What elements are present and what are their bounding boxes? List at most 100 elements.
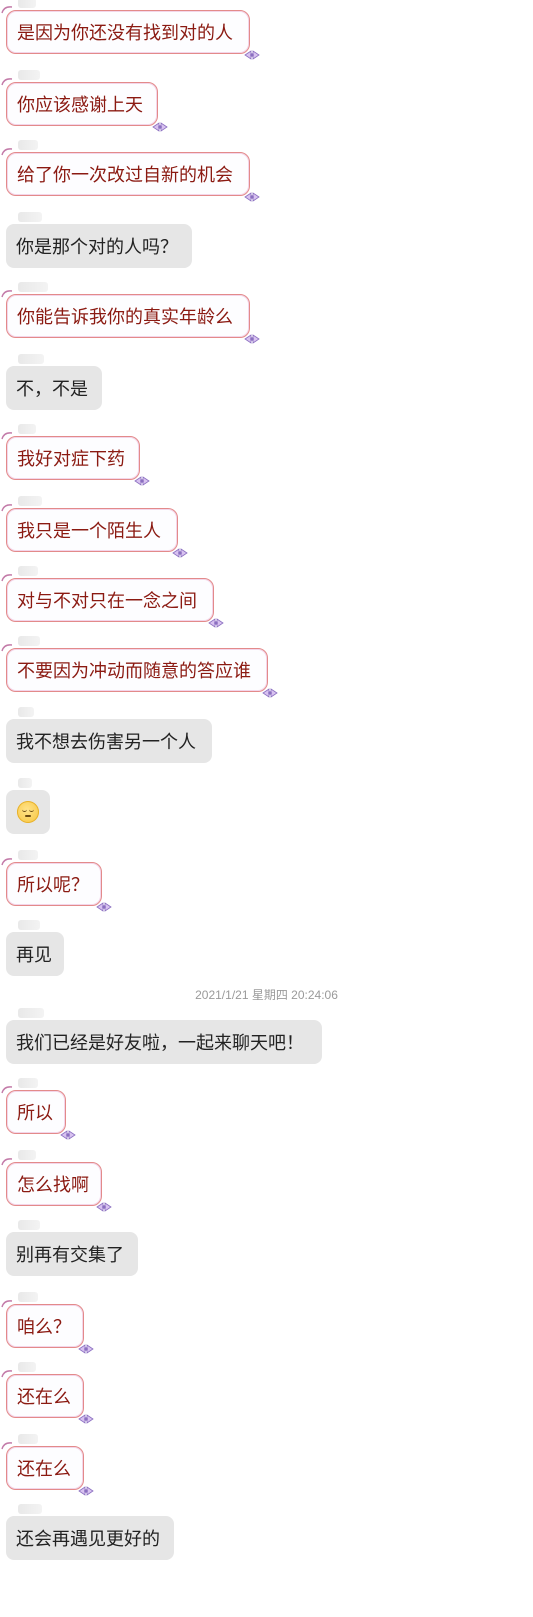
sender-name-redacted [18,282,48,292]
friend-message-bubble[interactable]: 不要因为冲动而随意的答应谁 [1,644,278,698]
message-row: 我只是一个陌生人 [0,496,533,558]
message-text: 所以呢？ [17,875,89,896]
sender-name-redacted [18,636,40,646]
message-text: 怎么找啊 [17,1175,89,1196]
bubble-corner-ornament-icon [1,858,13,866]
message-text: 还在么 [17,1387,71,1408]
bubble-bow-ornament-icon [244,334,260,344]
bubble-bow-ornament-icon [134,476,150,486]
bubble-corner-ornament-icon [1,644,13,652]
message-row: 我好对症下药 [0,424,533,486]
message-row: 所以 [0,1078,533,1140]
sender-name-redacted [18,0,36,8]
sender-name-redacted [18,778,32,788]
message-text: 给了你一次改过自新的机会 [17,165,233,186]
bubble-bow-ornament-icon [172,548,188,558]
sender-name-redacted [18,850,38,860]
chat-history: 2021/1/21 星期四 20:24:06 是因为你还没有找到对的人 你应该感谢… [0,0,533,1617]
bubble-corner-ornament-icon [1,1158,13,1166]
bubble-corner-ornament-icon [1,78,13,86]
message-row: 你应该感谢上天 [0,70,533,132]
message-text: 我不想去伤害另一个人 [16,732,196,753]
bubble-bow-ornament-icon [96,1202,112,1212]
friend-message-bubble[interactable]: 所以 [1,1086,76,1140]
message-row: 你是那个对的人吗？ [0,212,533,272]
friend-message-bubble[interactable]: 你应该感谢上天 [1,78,168,132]
message-text: 是因为你还没有找到对的人 [17,23,233,44]
message-row: 别再有交集了 [0,1220,533,1280]
friend-message-bubble[interactable]: 所以呢？ [1,858,112,912]
sender-name-redacted [18,1150,36,1160]
message-text: 我只是一个陌生人 [17,521,161,542]
message-text: 别再有交集了 [16,1245,124,1266]
friend-message-bubble[interactable]: 我只是一个陌生人 [1,504,188,558]
message-row: 对与不对只在一念之间 [0,566,533,628]
sender-name-redacted [18,707,34,717]
bubble-corner-ornament-icon [1,1442,13,1450]
sender-name-redacted [18,566,38,576]
self-message-bubble[interactable]: 再见 [6,932,64,976]
sender-name-redacted [18,1292,38,1302]
sender-name-redacted [18,1362,36,1372]
message-row [0,778,533,838]
message-row: 咱么？ [0,1292,533,1354]
message-text: 不要因为冲动而随意的答应谁 [17,661,251,682]
self-message-bubble[interactable]: 别再有交集了 [6,1232,138,1276]
friend-message-bubble[interactable]: 怎么找啊 [1,1158,112,1212]
bubble-corner-ornament-icon [1,1300,13,1308]
sender-name-redacted [18,1434,38,1444]
bubble-corner-ornament-icon [1,574,13,582]
bubble-bow-ornament-icon [96,902,112,912]
bubble-bow-ornament-icon [78,1414,94,1424]
self-message-bubble[interactable]: 我不想去伤害另一个人 [6,719,212,763]
sender-name-redacted [18,140,38,150]
sender-name-redacted [18,70,40,80]
friend-message-bubble[interactable]: 对与不对只在一念之间 [1,574,224,628]
message-text: 对与不对只在一念之间 [17,591,197,612]
bubble-corner-ornament-icon [1,1370,13,1378]
bubble-corner-ornament-icon [1,1086,13,1094]
bubble-bow-ornament-icon [244,192,260,202]
message-row: 我不想去伤害另一个人 [0,707,533,767]
friend-message-bubble[interactable]: 我好对症下药 [1,432,150,486]
friend-message-bubble[interactable]: 咱么？ [1,1300,94,1354]
bubble-corner-ornament-icon [1,290,13,298]
message-text: 不，不是 [16,379,88,400]
bubble-bow-ornament-icon [262,688,278,698]
sender-name-redacted [18,354,44,364]
friend-message-bubble[interactable]: 还在么 [1,1370,94,1424]
self-message-bubble[interactable]: 我们已经是好友啦，一起来聊天吧！ [6,1020,322,1064]
bubble-corner-ornament-icon [1,6,13,14]
sender-name-redacted [18,920,40,930]
bubble-bow-ornament-icon [152,122,168,132]
sender-name-redacted [18,1504,42,1514]
bubble-corner-ornament-icon [1,432,13,440]
message-text: 我们已经是好友啦，一起来聊天吧！ [16,1033,304,1054]
message-row: 再见 [0,920,533,980]
message-text: 你能告诉我你的真实年龄么 [17,307,233,328]
friend-message-bubble[interactable]: 你能告诉我你的真实年龄么 [1,290,260,344]
message-text: 你应该感谢上天 [17,95,143,116]
message-text: 你是那个对的人吗？ [16,237,178,258]
message-row: 是因为你还没有找到对的人 [0,0,533,60]
message-timestamp: 2021/1/21 星期四 20:24:06 [195,988,338,1002]
bubble-bow-ornament-icon [244,50,260,60]
self-message-bubble[interactable]: 你是那个对的人吗？ [6,224,192,268]
message-text: 我好对症下药 [17,449,125,470]
sender-name-redacted [18,1078,38,1088]
message-row: 怎么找啊 [0,1150,533,1212]
bubble-bow-ornament-icon [60,1130,76,1140]
message-row: 你能告诉我你的真实年龄么 [0,282,533,344]
bubble-bow-ornament-icon [208,618,224,628]
friend-message-bubble[interactable]: 给了你一次改过自新的机会 [1,148,260,202]
message-row: 不要因为冲动而随意的答应谁 [0,636,533,698]
self-message-bubble[interactable]: 不，不是 [6,366,102,410]
self-message-bubble[interactable]: 还会再遇见更好的 [6,1516,174,1560]
friend-message-bubble[interactable]: 还在么 [1,1442,94,1496]
message-row: 还在么 [0,1362,533,1424]
self-message-bubble[interactable] [6,790,50,834]
sender-name-redacted [18,212,42,222]
message-row: 我们已经是好友啦，一起来聊天吧！ [0,1008,533,1068]
message-text: 咱么？ [17,1317,71,1338]
friend-message-bubble[interactable]: 是因为你还没有找到对的人 [1,6,260,60]
